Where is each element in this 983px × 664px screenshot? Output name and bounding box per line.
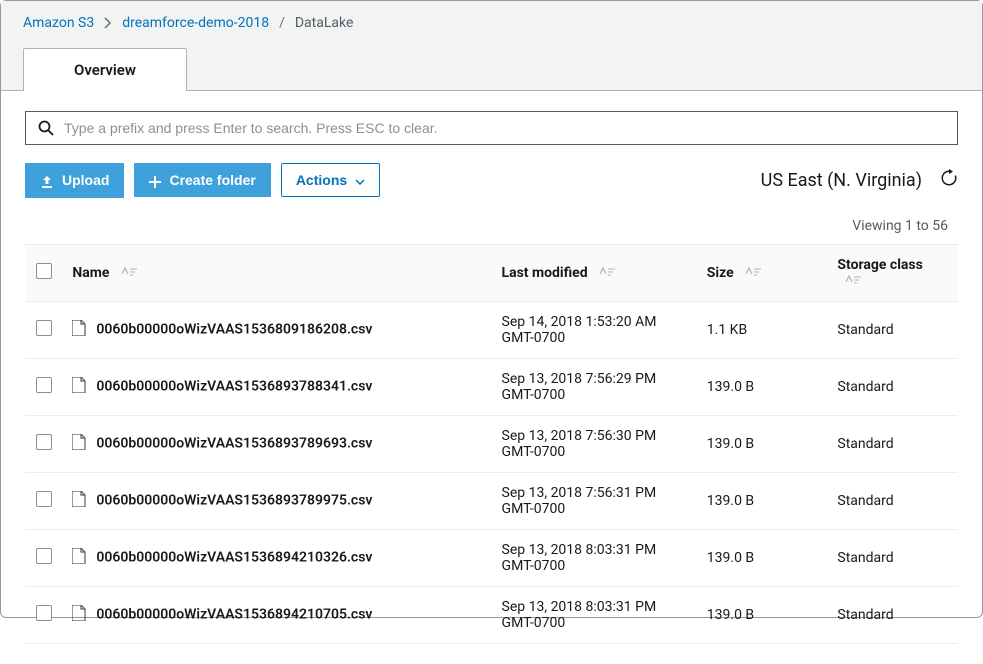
select-all-header[interactable] <box>25 244 62 301</box>
actions-label: Actions <box>296 172 347 188</box>
sort-icon <box>119 265 137 281</box>
table-row[interactable]: 0060b00000oWizVAAS1536809186208.csv Sep 1… <box>25 301 958 358</box>
column-size-label: Size <box>707 265 734 281</box>
chevron-down-icon <box>355 172 365 188</box>
row-modified-cell: Sep 14, 2018 1:53:20 AM GMT-0700 <box>492 301 697 358</box>
select-all-checkbox[interactable] <box>36 263 52 279</box>
row-name-cell[interactable]: 0060b00000oWizVAAS1536893789693.csv <box>62 415 491 472</box>
content: Upload Create folder Actions US East (N.… <box>1 91 982 664</box>
row-storage-cell: Standard <box>827 472 958 529</box>
row-storage-cell: Standard <box>827 586 958 643</box>
row-checkbox-cell[interactable] <box>25 358 62 415</box>
row-size-cell: 1.1 KB <box>697 301 828 358</box>
search-bar[interactable] <box>25 111 958 145</box>
row-name-cell[interactable]: 0060b00000oWizVAAS1536894210326.csv <box>62 529 491 586</box>
file-icon <box>72 434 86 454</box>
search-icon <box>38 120 54 136</box>
file-icon <box>72 491 86 511</box>
column-header-name[interactable]: Name <box>62 244 491 301</box>
breadcrumb-root-link[interactable]: Amazon S3 <box>23 15 94 31</box>
row-modified-cell: Sep 13, 2018 7:56:30 PM GMT-0700 <box>492 415 697 472</box>
row-checkbox[interactable] <box>36 491 52 507</box>
row-modified-cell: Sep 13, 2018 7:56:29 PM GMT-0700 <box>492 358 697 415</box>
tab-overview[interactable]: Overview <box>23 48 187 91</box>
file-name: 0060b00000oWizVAAS1536809186208.csv <box>96 322 372 338</box>
file-name: 0060b00000oWizVAAS1536893789693.csv <box>96 436 372 452</box>
row-checkbox-cell[interactable] <box>25 586 62 643</box>
row-checkbox[interactable] <box>36 320 52 336</box>
row-size-cell: 139.0 B <box>697 358 828 415</box>
row-name-cell[interactable]: 0060b00000oWizVAAS1536893789975.csv <box>62 472 491 529</box>
file-icon <box>72 377 86 397</box>
breadcrumb: Amazon S3 dreamforce-demo-2018 / DataLak… <box>23 15 960 47</box>
row-checkbox-cell[interactable] <box>25 472 62 529</box>
table-row[interactable]: 0060b00000oWizVAAS1536893789693.csv Sep 1… <box>25 415 958 472</box>
pagination-info: Viewing 1 to 56 <box>25 218 958 244</box>
row-storage-cell: Standard <box>827 415 958 472</box>
upload-icon <box>40 172 54 188</box>
chevron-right-icon <box>104 15 112 31</box>
row-size-cell: 139.0 B <box>697 586 828 643</box>
column-storage-label: Storage class <box>837 257 922 273</box>
breadcrumb-current: DataLake <box>295 15 354 31</box>
row-checkbox[interactable] <box>36 605 52 621</box>
sort-icon <box>843 273 861 289</box>
row-storage-cell: Standard <box>827 301 958 358</box>
row-checkbox[interactable] <box>36 377 52 393</box>
file-name: 0060b00000oWizVAAS1536893788341.csv <box>96 379 372 395</box>
search-input[interactable] <box>64 120 945 136</box>
actions-dropdown[interactable]: Actions <box>281 163 380 197</box>
upload-label: Upload <box>62 172 109 188</box>
file-name: 0060b00000oWizVAAS1536893789975.csv <box>96 493 372 509</box>
file-icon <box>72 548 86 568</box>
region-label: US East (N. Virginia) <box>761 170 922 191</box>
column-modified-label: Last modified <box>502 265 588 281</box>
row-name-cell[interactable]: 0060b00000oWizVAAS1536893788341.csv <box>62 358 491 415</box>
file-icon <box>72 605 86 625</box>
column-name-label: Name <box>72 265 109 281</box>
table-row[interactable]: 0060b00000oWizVAAS1536893789975.csv Sep 1… <box>25 472 958 529</box>
row-name-cell[interactable]: 0060b00000oWizVAAS1536894210705.csv <box>62 586 491 643</box>
sort-icon <box>743 265 761 281</box>
row-checkbox[interactable] <box>36 548 52 564</box>
sort-icon <box>597 265 615 281</box>
row-modified-cell: Sep 13, 2018 8:03:31 PM GMT-0700 <box>492 529 697 586</box>
refresh-icon[interactable] <box>940 169 958 191</box>
create-folder-label: Create folder <box>169 172 255 188</box>
row-checkbox-cell[interactable] <box>25 301 62 358</box>
row-modified-cell: Sep 13, 2018 8:03:31 PM GMT-0700 <box>492 586 697 643</box>
upload-button[interactable]: Upload <box>25 163 124 197</box>
create-folder-button[interactable]: Create folder <box>134 163 270 197</box>
row-checkbox-cell[interactable] <box>25 529 62 586</box>
row-size-cell: 139.0 B <box>697 472 828 529</box>
plus-icon <box>149 172 161 188</box>
row-modified-cell: Sep 13, 2018 7:56:31 PM GMT-0700 <box>492 472 697 529</box>
toolbar: Upload Create folder Actions US East (N.… <box>25 163 958 197</box>
breadcrumb-separator: / <box>279 15 285 31</box>
column-header-storage[interactable]: Storage class <box>827 244 958 301</box>
table-row[interactable]: 0060b00000oWizVAAS1536893788341.csv Sep 1… <box>25 358 958 415</box>
column-header-size[interactable]: Size <box>697 244 828 301</box>
table-row[interactable]: 0060b00000oWizVAAS1536894210326.csv Sep 1… <box>25 529 958 586</box>
file-name: 0060b00000oWizVAAS1536894210326.csv <box>96 550 372 566</box>
row-size-cell: 139.0 B <box>697 529 828 586</box>
row-storage-cell: Standard <box>827 358 958 415</box>
row-name-cell[interactable]: 0060b00000oWizVAAS1536809186208.csv <box>62 301 491 358</box>
file-name: 0060b00000oWizVAAS1536894210705.csv <box>96 607 372 623</box>
breadcrumb-bucket-link[interactable]: dreamforce-demo-2018 <box>122 15 269 31</box>
row-checkbox[interactable] <box>36 434 52 450</box>
header: Amazon S3 dreamforce-demo-2018 / DataLak… <box>1 1 982 91</box>
file-icon <box>72 320 86 340</box>
row-checkbox-cell[interactable] <box>25 415 62 472</box>
object-table: Name Last modified Size <box>25 244 958 644</box>
column-header-modified[interactable]: Last modified <box>492 244 697 301</box>
row-storage-cell: Standard <box>827 529 958 586</box>
tabs: Overview <box>23 47 960 90</box>
row-size-cell: 139.0 B <box>697 415 828 472</box>
table-row[interactable]: 0060b00000oWizVAAS1536894210705.csv Sep 1… <box>25 586 958 643</box>
